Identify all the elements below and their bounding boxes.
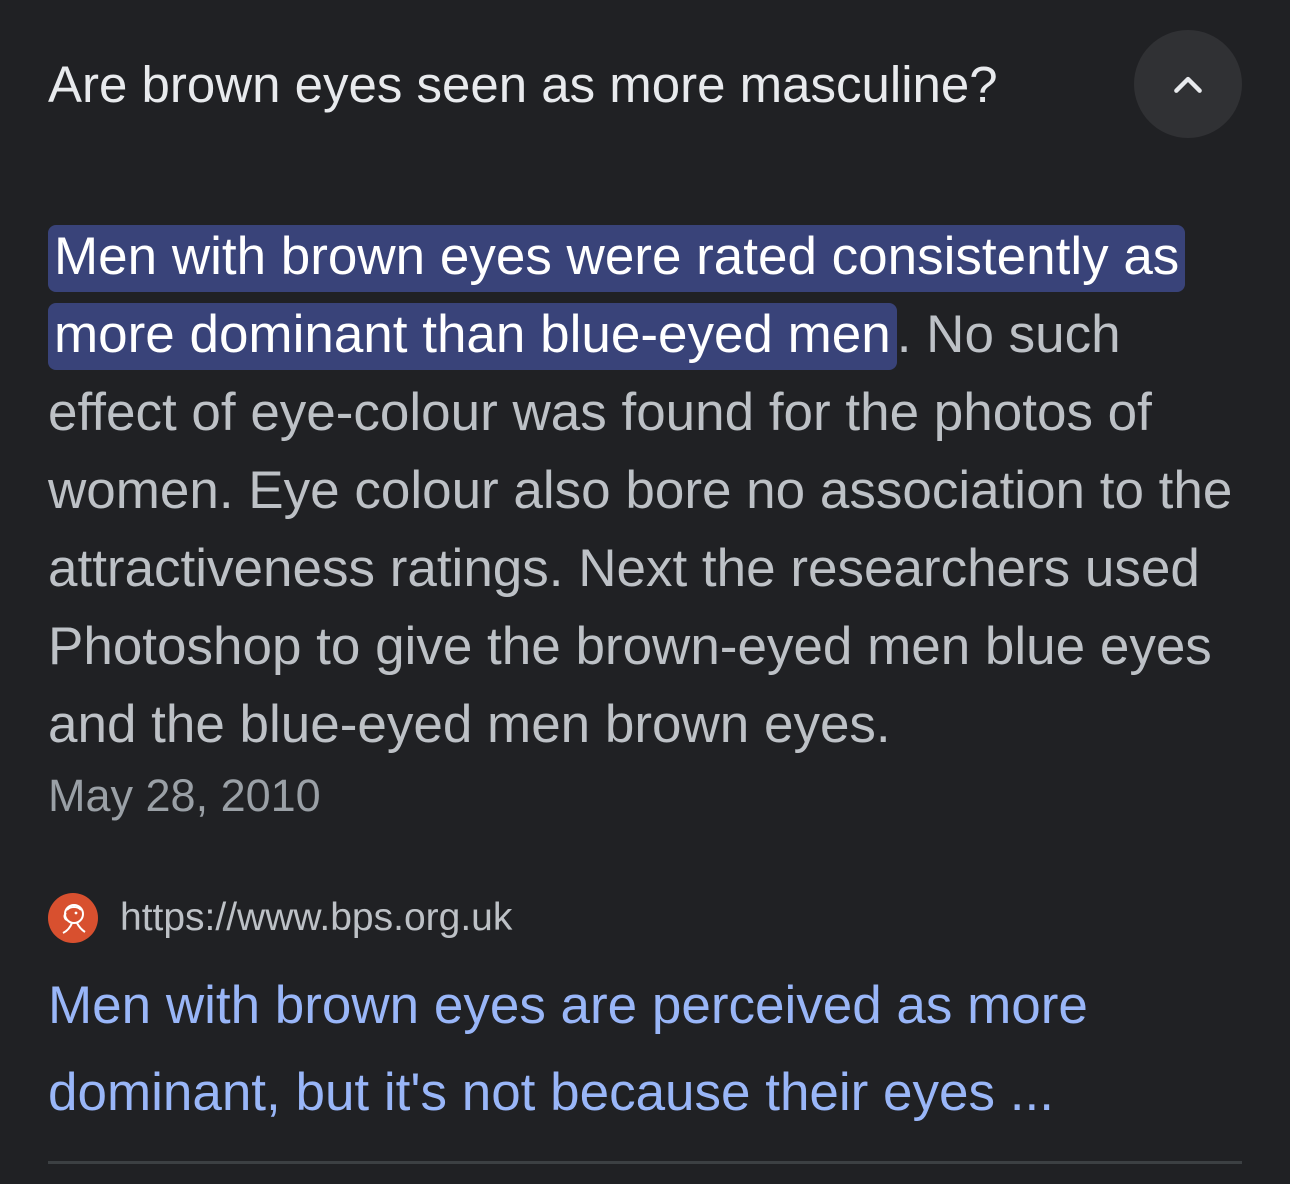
source-site[interactable]: https://www.bps.org.uk	[48, 892, 512, 944]
question-header[interactable]: Are brown eyes seen as more masculine?	[48, 30, 1242, 140]
chevron-up-icon	[1174, 76, 1202, 93]
result-title-link[interactable]: Men with brown eyes are perceived as mor…	[48, 962, 1228, 1136]
collapse-button[interactable]	[1134, 30, 1242, 138]
answer-date: May 28, 2010	[48, 770, 321, 821]
bps-logo-icon	[48, 893, 98, 943]
answer-text: . No such effect of eye-colour was found…	[48, 305, 1233, 754]
source-url[interactable]: https://www.bps.org.uk	[120, 892, 512, 944]
answer-snippet: Men with brown eyes were rated consisten…	[48, 218, 1248, 764]
question-title: Are brown eyes seen as more masculine?	[48, 56, 998, 113]
divider	[48, 1161, 1242, 1164]
